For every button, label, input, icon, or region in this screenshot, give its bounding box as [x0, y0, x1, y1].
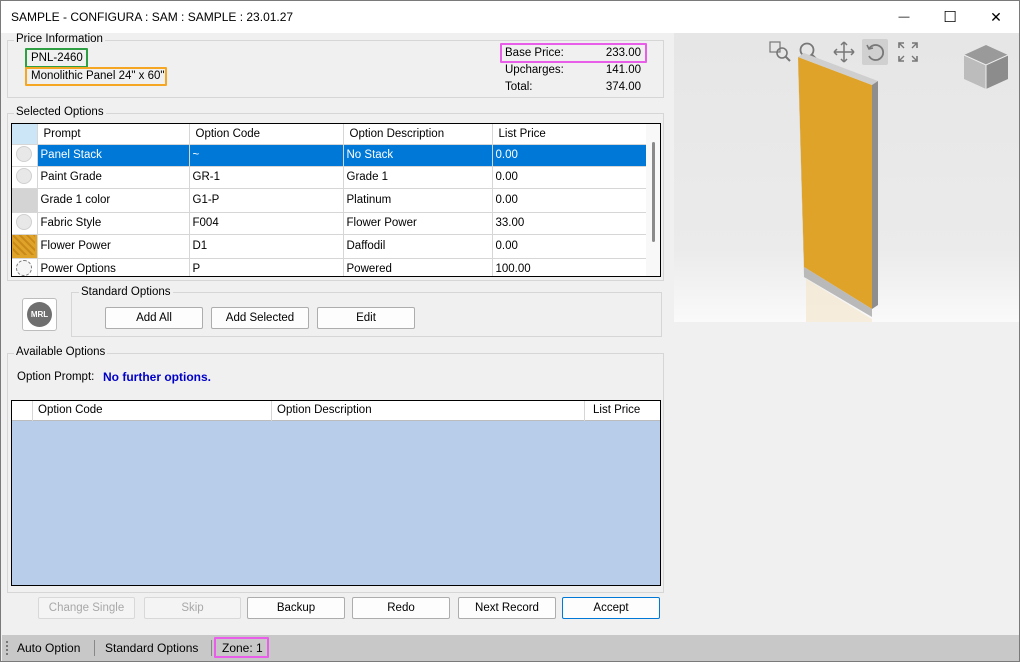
- daffodil-swatch-icon: [13, 234, 36, 255]
- scrollbar-thumb[interactable]: [652, 142, 655, 242]
- cell-price[interactable]: 0.00: [492, 188, 647, 213]
- backup-button[interactable]: Backup: [247, 597, 345, 619]
- part-description: Monolithic Panel 24" x 60": [31, 70, 165, 82]
- title-bar[interactable]: SAMPLE - CONFIGURA : SAM : SAMPLE : 23.0…: [1, 1, 1019, 33]
- total-row: Total: 374.00: [505, 81, 641, 93]
- available-options-label: Available Options: [14, 346, 108, 358]
- cell-prompt[interactable]: Power Options: [37, 258, 190, 276]
- configurator-window: SAMPLE - CONFIGURA : SAM : SAMPLE : 23.0…: [0, 0, 1020, 662]
- selected-options-scrollbar[interactable]: [646, 124, 660, 276]
- cell-prompt[interactable]: Panel Stack: [37, 144, 190, 167]
- upcharges-label: Upcharges:: [505, 64, 564, 76]
- table-row[interactable]: Paint Grade GR-1 Grade 1 0.00: [12, 166, 647, 189]
- available-corner-header[interactable]: [12, 401, 33, 421]
- cell-code[interactable]: GR-1: [189, 166, 344, 189]
- status-bar: Auto Option Standard Options Zone: 1: [2, 635, 1019, 661]
- column-header-list-price[interactable]: List Price: [585, 401, 660, 421]
- maximize-button[interactable]: ☐: [927, 1, 973, 33]
- close-icon: ✕: [990, 8, 1002, 25]
- edit-button[interactable]: Edit: [317, 307, 415, 329]
- window-title: SAMPLE - CONFIGURA : SAM : SAMPLE : 23.0…: [11, 10, 294, 24]
- upcharges-row: Upcharges: 141.00: [505, 64, 641, 76]
- selected-options-label: Selected Options: [14, 106, 106, 118]
- standard-options-label: Standard Options: [79, 286, 173, 298]
- cell-price[interactable]: 0.00: [492, 234, 647, 259]
- status-standard-options[interactable]: Standard Options: [105, 641, 198, 655]
- maximize-icon: ☐: [943, 9, 957, 26]
- minimize-button[interactable]: —: [881, 1, 927, 33]
- fullscreen-icon[interactable]: [895, 39, 921, 65]
- status-zone[interactable]: Zone: 1: [222, 641, 263, 655]
- table-row[interactable]: Fabric Style F004 Flower Power 33.00: [12, 212, 647, 235]
- column-header-prompt[interactable]: Prompt: [37, 124, 190, 145]
- close-button[interactable]: ✕: [973, 1, 1019, 33]
- panel-3d-model: [798, 53, 878, 322]
- status-auto-option[interactable]: Auto Option: [17, 641, 80, 655]
- cell-code[interactable]: F004: [189, 212, 344, 235]
- available-options-grid[interactable]: Option Code Option Description List Pric…: [11, 400, 661, 586]
- option-prompt-value: No further options.: [103, 370, 211, 384]
- total-value: 374.00: [605, 81, 641, 93]
- accept-button[interactable]: Accept: [562, 597, 660, 619]
- add-selected-button[interactable]: Add Selected: [211, 307, 309, 329]
- grid-corner-header[interactable]: [12, 124, 38, 145]
- add-all-button[interactable]: Add All: [105, 307, 203, 329]
- next-record-button[interactable]: Next Record: [458, 597, 556, 619]
- total-label: Total:: [505, 81, 533, 93]
- base-price-row: Base Price: 233.00: [505, 47, 641, 59]
- cell-description[interactable]: Grade 1: [343, 166, 493, 189]
- column-header-option-description[interactable]: Option Description: [272, 401, 585, 421]
- minimize-icon: —: [898, 11, 910, 23]
- upcharges-value: 141.00: [605, 64, 641, 76]
- mrl-logo-icon: MRL: [27, 302, 52, 327]
- status-separator: [211, 640, 212, 656]
- table-row[interactable]: Grade 1 color G1-P Platinum 0.00: [12, 188, 647, 213]
- table-row[interactable]: Panel Stack ~ No Stack 0.00: [12, 144, 647, 167]
- column-header-option-description[interactable]: Option Description: [343, 124, 493, 145]
- cell-code[interactable]: ~: [189, 144, 344, 167]
- cell-description[interactable]: Flower Power: [343, 212, 493, 235]
- grey-swatch-icon: [16, 145, 33, 162]
- cell-description[interactable]: No Stack: [343, 144, 493, 167]
- power-swatch-icon: [16, 259, 33, 276]
- platinum-swatch-icon: [13, 188, 36, 209]
- status-grip-icon: [6, 641, 8, 655]
- base-price-value: 233.00: [605, 47, 641, 59]
- cell-prompt[interactable]: Flower Power: [37, 234, 190, 259]
- cell-description[interactable]: Platinum: [343, 188, 493, 213]
- cell-price[interactable]: 0.00: [492, 166, 647, 189]
- redo-button[interactable]: Redo: [352, 597, 450, 619]
- status-separator: [94, 640, 95, 656]
- cell-price[interactable]: 33.00: [492, 212, 647, 235]
- column-header-option-code[interactable]: Option Code: [189, 124, 344, 145]
- view-cube-icon[interactable]: [960, 41, 1012, 93]
- selected-options-grid[interactable]: Prompt Option Code Option Description Li…: [11, 123, 661, 277]
- cell-code[interactable]: D1: [189, 234, 344, 259]
- cell-prompt[interactable]: Paint Grade: [37, 166, 190, 189]
- skip-button[interactable]: Skip: [144, 597, 241, 619]
- cell-price[interactable]: 100.00: [492, 258, 647, 276]
- cell-code[interactable]: P: [189, 258, 344, 276]
- base-price-label: Base Price:: [505, 47, 564, 59]
- cell-description[interactable]: Powered: [343, 258, 493, 276]
- column-header-option-code[interactable]: Option Code: [33, 401, 272, 421]
- change-single-button[interactable]: Change Single: [38, 597, 135, 619]
- cell-prompt[interactable]: Fabric Style: [37, 212, 190, 235]
- table-row[interactable]: Power Options P Powered 100.00: [12, 258, 647, 276]
- mrl-logo-button[interactable]: MRL: [22, 298, 57, 331]
- cell-prompt[interactable]: Grade 1 color: [37, 188, 190, 213]
- cell-description[interactable]: Daffodil: [343, 234, 493, 259]
- table-row[interactable]: Flower Power D1 Daffodil 0.00: [12, 234, 647, 259]
- grey-swatch-icon: [16, 213, 33, 230]
- 3d-viewer[interactable]: [674, 33, 1019, 322]
- part-number: PNL-2460: [31, 52, 83, 64]
- grey-swatch-icon: [16, 167, 33, 184]
- cell-price[interactable]: 0.00: [492, 144, 647, 167]
- cell-code[interactable]: G1-P: [189, 188, 344, 213]
- option-prompt-label: Option Prompt:: [17, 371, 95, 383]
- available-options-header: Option Code Option Description List Pric…: [12, 401, 660, 421]
- column-header-list-price[interactable]: List Price: [492, 124, 647, 145]
- price-information-label: Price Information: [14, 33, 105, 45]
